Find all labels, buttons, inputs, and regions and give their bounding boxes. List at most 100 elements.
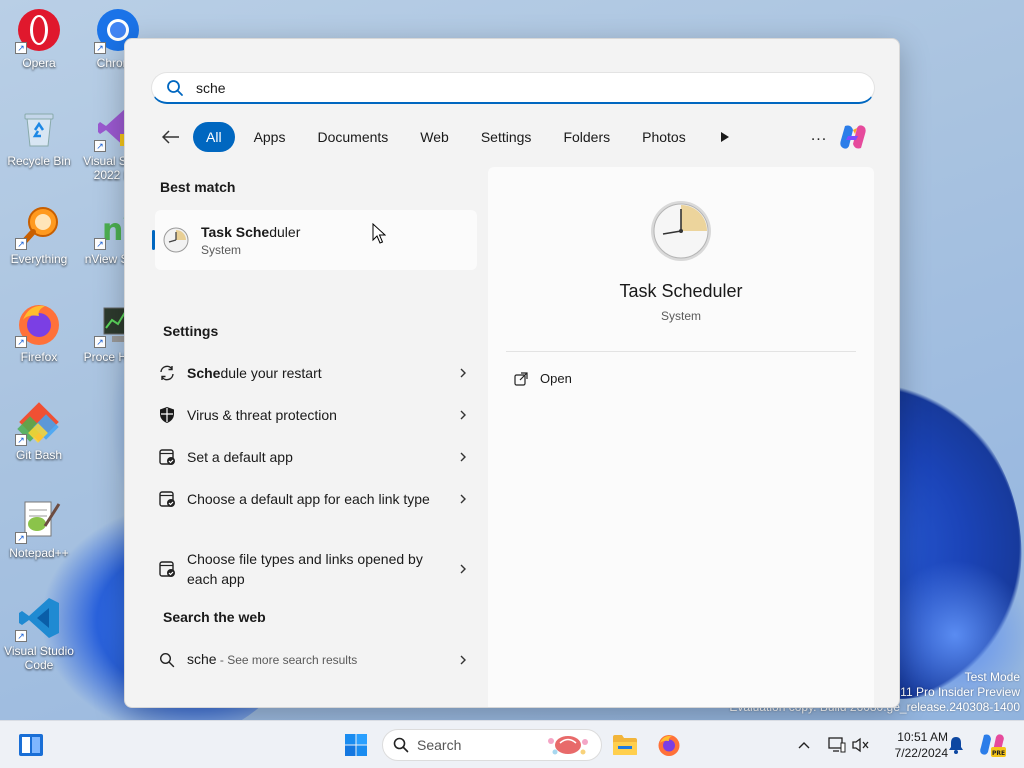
setting-label: Set a default app [187,447,437,467]
more-filters-button[interactable] [711,123,739,151]
desktop-icon-label: Firefox [20,350,58,364]
best-match-title: Task Scheduler [201,224,300,240]
git-bash-icon: ↗ [15,398,63,446]
chevron-right-icon [460,494,466,504]
setting-default-app-link-type[interactable]: Choose a default app for each link type [157,489,469,509]
filter-documents[interactable]: Documents [304,122,402,152]
windows-logo-icon [345,734,367,756]
desktop-icon-everything[interactable]: ↗ Everything [3,202,75,266]
speaker-muted-icon [852,737,869,753]
copilot-button[interactable] [837,122,869,152]
desktop-icon-label: Everything [10,252,68,266]
monitor-network-icon [828,737,846,753]
chevron-right-icon [460,368,466,378]
web-hint: - See more search results [216,653,358,667]
label-rest: Virus & threat protection [187,407,337,423]
best-match-item[interactable]: Task Scheduler System [152,210,477,270]
setting-virus-protection[interactable]: Virus & threat protection [157,405,469,425]
default-app-icon [157,489,177,509]
clock-date: 7/22/2024 [894,746,948,760]
desktop-icon-opera[interactable]: ↗ Opera [3,6,75,70]
chevron-right-icon [460,410,466,420]
divider [506,351,856,352]
filter-bar: All Apps Documents Web Settings Folders … [157,121,877,153]
back-button[interactable] [157,123,185,151]
bell-icon [949,737,963,754]
chevron-right-icon [460,452,466,462]
label-rest: Set a default app [187,449,293,465]
chevron-right-icon [460,564,466,574]
setting-label: Virus & threat protection [187,405,437,425]
search-highlight-icon [548,736,588,755]
desktop-icon-vscode[interactable]: ↗ Visual Studio Code [3,594,75,672]
label-rest: Choose file types and links opened by ea… [187,551,423,587]
folder-icon [613,735,637,755]
filter-apps[interactable]: Apps [240,122,299,152]
notifications-button[interactable] [946,735,966,755]
setting-label: Schedule your restart [187,363,437,383]
desktop-icon-label: Visual Studio Code [4,644,74,672]
widgets-icon [19,734,43,756]
filter-photos[interactable]: Photos [629,122,699,152]
best-match-heading: Best match [160,179,236,195]
notepad-plus-plus-icon: ↗ [15,496,63,544]
search-icon [167,79,183,96]
selection-indicator [152,230,155,250]
search-input[interactable] [196,79,796,96]
open-action[interactable]: Open [514,371,572,386]
filter-web[interactable]: Web [407,122,462,152]
more-options-button[interactable]: ... [805,121,833,151]
desktop-icon-firefox[interactable]: ↗ Firefox [3,300,75,364]
file-explorer-button[interactable] [610,729,640,761]
start-search-panel: All Apps Documents Web Settings Folders … [124,38,900,708]
best-match-subtitle: System [201,242,242,257]
show-hidden-icons-button[interactable] [794,735,814,755]
results-list: Best match Task Scheduler System Setting… [125,165,485,707]
setting-label: Choose file types and links opened by ea… [187,549,437,589]
filter-folders[interactable]: Folders [550,122,624,152]
web-search-label: sche - See more search results [187,649,437,670]
setting-default-app[interactable]: Set a default app [157,447,469,467]
volume-button[interactable] [850,735,872,755]
desktop-icon-notepad-plus-plus[interactable]: ↗ Notepad++ [3,496,75,560]
web-search-result[interactable]: sche - See more search results [157,649,469,670]
label-highlight: Sche [187,365,221,381]
desktop-icon-git-bash[interactable]: ↗ Git Bash [3,398,75,462]
default-app-icon [157,447,177,467]
taskbar: Search 10:51 AM 7/22/2024 PRE [0,720,1024,768]
search-icon [393,737,409,753]
widgets-button[interactable] [16,731,46,759]
taskbar-search[interactable]: Search [382,729,602,761]
filter-settings[interactable]: Settings [467,122,545,152]
firefox-icon: ↗ [15,300,63,348]
vscode-icon: ↗ [15,594,63,642]
setting-label: Choose a default app for each link type [187,489,437,509]
start-button[interactable] [340,729,372,761]
label-rest: Choose a default app for each link type [187,491,430,507]
taskbar-search-label: Search [417,737,462,753]
shield-icon [157,405,177,425]
firefox-taskbar-button[interactable] [654,729,684,761]
copilot-badge: PRE [992,750,1005,757]
detail-subtitle: System [660,309,701,323]
arrow-left-icon [162,130,179,144]
default-app-icon [157,559,177,579]
clock-time: 10:51 AM [897,730,948,744]
copilot-icon [840,125,866,149]
chevron-right-icon [460,655,466,664]
copilot-taskbar-button[interactable]: PRE [976,731,1008,759]
network-button[interactable] [826,735,848,755]
open-external-icon [514,371,528,386]
setting-schedule-restart[interactable]: Schedule your restart [157,363,469,383]
desktop-icon-recycle-bin[interactable]: Recycle Bin [3,104,75,168]
filter-all[interactable]: All [193,122,235,152]
search-box[interactable] [151,72,875,104]
recycle-bin-icon [15,104,63,152]
clock[interactable]: 10:51 AM 7/22/2024 [880,729,948,761]
label-rest: dule your restart [220,365,322,381]
task-scheduler-icon [651,201,711,261]
setting-file-types[interactable]: Choose file types and links opened by ea… [157,549,469,589]
settings-heading: Settings [163,323,219,339]
everything-icon: ↗ [15,202,63,250]
title-highlight: Task Sche [201,223,270,240]
